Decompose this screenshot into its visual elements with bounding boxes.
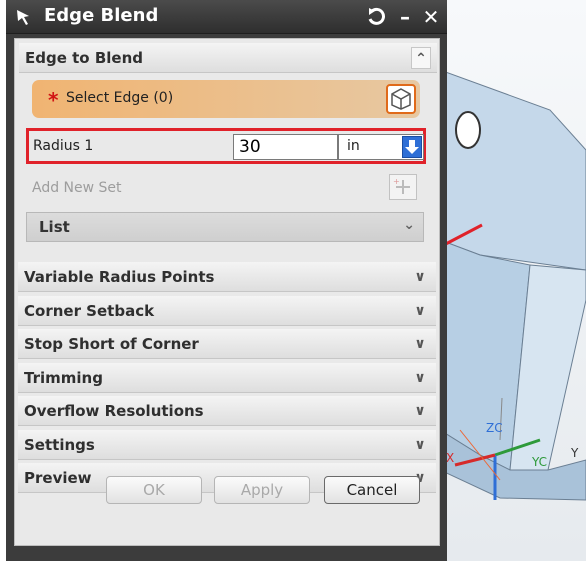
hole-feature [455,111,481,149]
section-edge-to-blend-label: Edge to Blend [25,49,143,67]
section-label: Trimming [24,368,103,387]
edge-blend-dialog: Edge Blend – ✕ Edge to Blend ⌃ * Select … [6,0,447,561]
chevron-down-icon[interactable]: ∨ [410,400,430,422]
axis-label-zc: ZC [486,421,503,435]
ok-button[interactable]: OK [106,476,202,504]
section-settings[interactable]: Settings ∨ [18,429,436,460]
dialog-title: Edge Blend [44,5,159,26]
add-new-set-button[interactable]: + [389,174,417,200]
section-label: Overflow Resolutions [24,402,204,420]
apply-button[interactable]: Apply [214,476,310,504]
axis-label-y: Y [570,446,579,460]
select-edge-button[interactable] [386,84,416,114]
list-header[interactable]: List ⌄ [26,212,424,242]
select-arrow-icon[interactable] [14,7,34,27]
section-overflow-resolutions[interactable]: Overflow Resolutions ∨ [18,396,436,426]
cancel-button[interactable]: Cancel [324,476,420,504]
cube-icon [391,88,411,110]
radius-row: Radius 1 30 in [26,128,426,164]
section-label: Settings [24,435,95,454]
section-edge-to-blend[interactable]: Edge to Blend ⌃ [19,43,437,73]
add-new-set-label: Add New Set [32,180,122,196]
dialog-button-row: OK Apply Cancel [14,470,440,510]
radius-input[interactable]: 30 [233,134,338,160]
chevron-down-icon[interactable]: ∨ [410,333,430,355]
reset-icon[interactable] [364,5,390,29]
section-label: Variable Radius Points [24,268,215,286]
section-stop-short-of-corner[interactable]: Stop Short of Corner ∨ [18,329,436,359]
part-model-graphic: ZC YC Y X [440,69,586,501]
chevron-up-icon[interactable]: ⌃ [411,47,431,69]
select-edge-label: Select Edge (0) [66,90,174,106]
chevron-down-icon[interactable]: ⌄ [403,217,415,233]
chevron-down-icon[interactable]: ∨ [410,434,430,456]
chevron-down-icon[interactable] [402,136,422,158]
close-icon[interactable]: ✕ [418,5,444,29]
axis-label-yc: YC [531,455,547,469]
minimize-icon[interactable]: – [392,5,418,29]
radius-label: Radius 1 [33,138,94,154]
svg-text:+: + [393,177,400,186]
select-edge-row[interactable]: * Select Edge (0) [32,80,420,118]
section-label: Corner Setback [24,301,155,320]
section-trimming[interactable]: Trimming ∨ [18,362,436,393]
section-variable-radius-points[interactable]: Variable Radius Points ∨ [18,262,436,292]
section-label: Stop Short of Corner [24,335,199,353]
unit-value: in [347,138,360,154]
axis-label-x: X [446,451,454,465]
titlebar: Edge Blend – ✕ [6,0,447,34]
section-corner-setback[interactable]: Corner Setback ∨ [18,295,436,326]
list-label: List [39,218,70,236]
required-star-icon: * [48,88,59,112]
unit-select[interactable]: in [338,134,424,160]
graphics-viewport[interactable]: ZC YC Y X [440,0,586,561]
chevron-down-icon[interactable]: ∨ [410,266,430,288]
add-set-icon: + [393,177,410,194]
chevron-down-icon[interactable]: ∨ [410,300,430,322]
chevron-down-icon[interactable]: ∨ [410,367,430,389]
